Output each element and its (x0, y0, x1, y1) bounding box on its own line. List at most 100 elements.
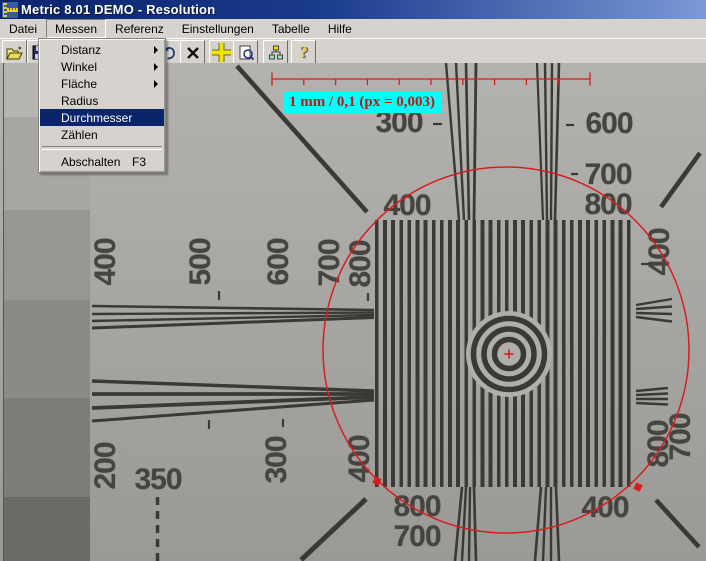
chart-number: 700 (313, 239, 347, 286)
chart-line (545, 63, 547, 220)
bar-pattern-square (375, 220, 635, 487)
chart-line (462, 487, 466, 561)
chart-number: 800 (344, 240, 378, 287)
chart-line (543, 487, 546, 561)
title-bar: Metric 8.01 DEMO - Resolution (0, 0, 706, 19)
scale-label: 1 mm / 0,1 (px = 0,003) (283, 92, 441, 113)
chart-line (237, 66, 367, 212)
submenu-arrow-icon (154, 80, 158, 88)
menubar-item-tabelle[interactable]: Tabelle (263, 19, 319, 38)
chart-line (636, 299, 672, 305)
submenu-arrow-icon (154, 63, 158, 71)
chart-number: 200 (89, 442, 123, 489)
menu-item-label: Zählen (61, 128, 98, 142)
chart-line (636, 313, 672, 314)
chart-line (446, 63, 459, 220)
menubar-item-datei[interactable]: Datei (0, 19, 46, 38)
chart-line (466, 63, 469, 220)
chart-line (636, 388, 668, 391)
menu-item-label: Radius (61, 94, 98, 108)
menu-item-abschalten[interactable]: Abschalten F3 (40, 153, 164, 170)
chart-number: 600 (262, 238, 296, 285)
chart-line (636, 403, 668, 405)
grayscale-step (4, 497, 90, 561)
chart-line (661, 153, 700, 207)
chart-line (636, 394, 668, 396)
chart-number: 500 (184, 238, 218, 285)
delete-button[interactable] (180, 40, 205, 65)
app-window: Metric 8.01 DEMO - Resolution DateiMesse… (0, 0, 706, 561)
chart-number: 800 (584, 188, 631, 222)
menu-item-zhlen[interactable]: Zählen (40, 126, 164, 143)
chart-number: 600 (585, 107, 632, 141)
svg-text:?: ? (299, 44, 307, 61)
menu-shortcut: F3 (132, 155, 162, 169)
menu-separator (42, 146, 162, 150)
menu-bar: DateiMessenReferenzEinstellungenTabelleH… (0, 19, 706, 38)
menu-item-winkel[interactable]: Winkel (40, 58, 164, 75)
menu-item-label: Winkel (61, 60, 97, 74)
chart-line (92, 306, 374, 310)
chart-line (474, 487, 476, 561)
delete-x-icon (186, 46, 200, 60)
chart-line (535, 487, 541, 561)
print-preview-button[interactable] (233, 40, 258, 65)
submenu-arrow-icon (154, 46, 158, 54)
chart-number: 400 (343, 435, 377, 482)
chart-line (92, 318, 374, 329)
chart-line (551, 63, 552, 220)
chart-line (537, 63, 543, 220)
menubar-item-hilfe[interactable]: Hilfe (319, 19, 361, 38)
chart-line (469, 487, 470, 561)
chart-number: 400 (89, 238, 123, 285)
window-title: Metric 8.01 DEMO - Resolution (21, 2, 215, 17)
open-folder-icon (6, 46, 23, 60)
preview-magnifier-icon (238, 45, 254, 61)
structure-diagram-icon (268, 45, 284, 60)
chart-line (636, 307, 672, 310)
chart-line (92, 313, 374, 315)
chart-line (92, 397, 374, 408)
menubar-item-referenz[interactable]: Referenz (106, 19, 173, 38)
menu-item-flche[interactable]: Fläche (40, 75, 164, 92)
chart-line (92, 381, 374, 391)
menu-item-radius[interactable]: Radius (40, 92, 164, 109)
chart-line (455, 487, 462, 561)
structure-button[interactable] (263, 40, 288, 65)
menu-item-label: Distanz (61, 43, 101, 57)
grayscale-step (4, 300, 90, 398)
chart-line (92, 315, 374, 321)
chart-line (656, 500, 699, 547)
chart-line (555, 63, 559, 220)
menu-item-label: Abschalten (61, 155, 120, 169)
chart-line (456, 63, 464, 220)
chart-number: 400 (383, 189, 430, 223)
open-button[interactable] (2, 40, 27, 65)
help-question-icon: ? ? (297, 44, 311, 61)
help-button[interactable]: ? ? (291, 40, 316, 65)
menu-item-distanz[interactable]: Distanz (40, 41, 164, 58)
menubar-item-einstellungen[interactable]: Einstellungen (173, 19, 263, 38)
app-icon (2, 2, 18, 18)
chart-number: 400 (643, 228, 677, 275)
chart-number: 700 (393, 520, 440, 554)
crosshair-icon (212, 43, 231, 62)
chart-line (556, 487, 559, 561)
chart-line (636, 317, 672, 322)
crosshair-button[interactable] (209, 40, 234, 65)
chart-number: 400 (581, 491, 628, 525)
messen-menu-popup: Distanz Winkel Fläche Radius Durchmesser Zähl… (38, 38, 166, 173)
chart-number: 700 (584, 158, 631, 192)
chart-number: 300 (260, 436, 294, 483)
chart-number: 700 (664, 413, 698, 460)
chart-line (92, 400, 374, 421)
menu-item-durchmesser[interactable]: Durchmesser (40, 109, 164, 126)
chart-number: 800 (393, 490, 440, 524)
menu-item-label: Fläche (61, 77, 97, 91)
menu-item-label: Durchmesser (61, 111, 132, 125)
menubar-item-messen[interactable]: Messen (46, 19, 106, 38)
grayscale-step (4, 398, 90, 497)
grayscale-step (4, 210, 90, 300)
chart-line (474, 63, 476, 220)
chart-line (301, 499, 366, 560)
